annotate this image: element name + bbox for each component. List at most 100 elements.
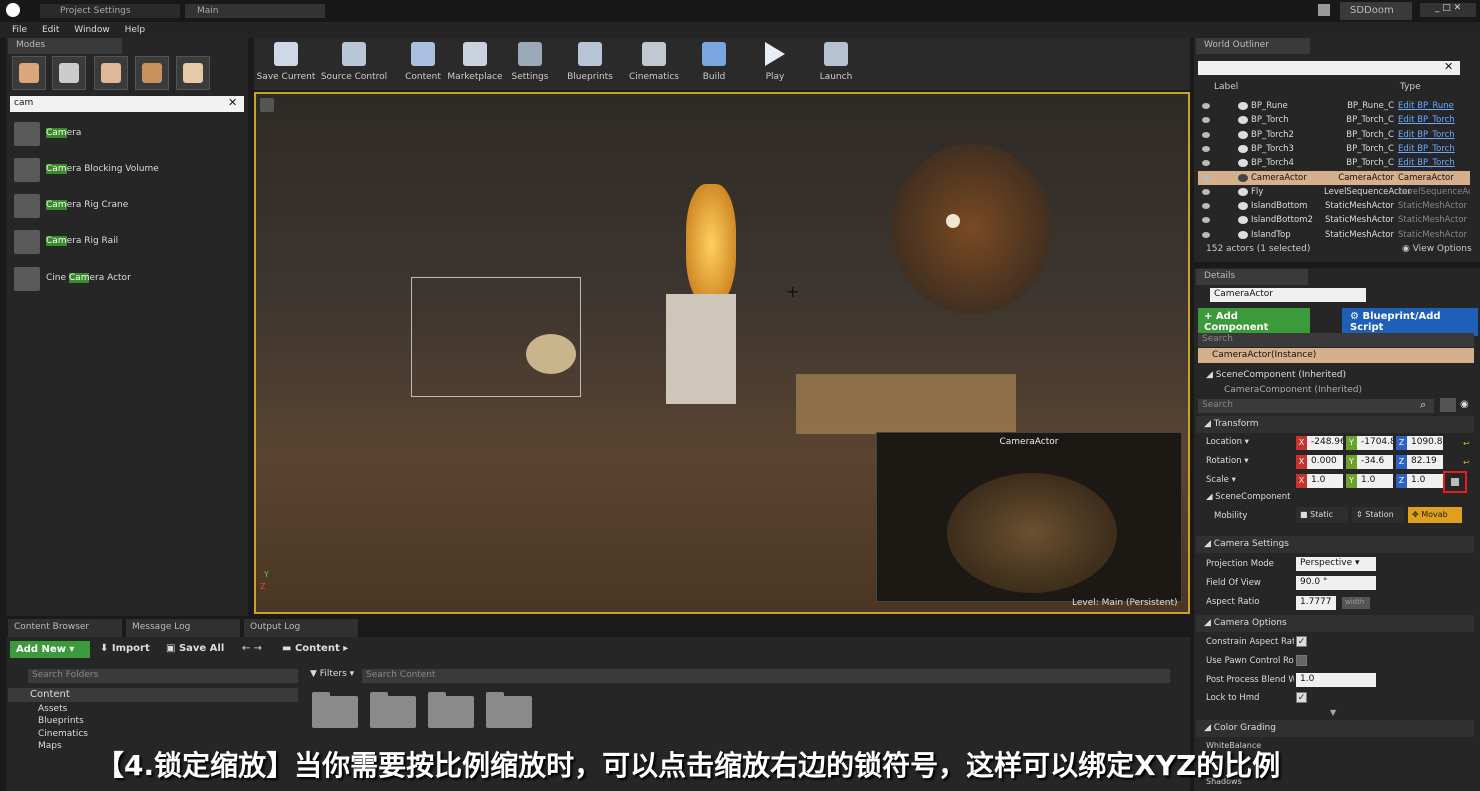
play-button[interactable]: Play xyxy=(754,40,796,88)
camera-component-row[interactable]: CameraComponent (Inherited) xyxy=(1224,385,1362,393)
world-outliner-tab[interactable]: World Outliner xyxy=(1196,38,1310,54)
actor-type-link[interactable]: StaticMeshActor xyxy=(1398,201,1470,211)
actor-name-input[interactable]: CameraActor xyxy=(1210,288,1366,302)
actor-type-link[interactable]: Edit BP_Torch xyxy=(1398,144,1470,154)
tab-content-browser[interactable]: Content Browser xyxy=(8,619,122,637)
menu-window[interactable]: Window xyxy=(74,22,110,38)
add-new-button[interactable]: Add New ▾ xyxy=(10,641,90,658)
location-z-input[interactable]: 1090.85 xyxy=(1407,436,1443,450)
blueprint-add-script-button[interactable]: ⚙ Blueprint/Add Script xyxy=(1342,308,1478,336)
transform-section[interactable]: ◢ Transform xyxy=(1196,416,1474,433)
rotation-x-input[interactable]: 0.000 xyxy=(1307,455,1343,469)
actor-type-link[interactable]: StaticMeshActor xyxy=(1398,215,1470,225)
marketplace-button[interactable]: Marketplace xyxy=(446,40,504,88)
aspect-preset-select[interactable]: width xyxy=(1342,597,1370,609)
outliner-row[interactable]: IslandTop StaticMeshActor StaticMeshActor xyxy=(1198,228,1470,242)
eye-icon[interactable] xyxy=(1202,103,1210,109)
aspect-ratio-input[interactable]: 1.7777 xyxy=(1296,596,1336,610)
rotation-y-input[interactable]: -34.6 xyxy=(1357,455,1393,469)
folder-icon[interactable] xyxy=(370,692,416,728)
content-button[interactable]: Content xyxy=(402,40,444,88)
outliner-row[interactable]: IslandBottom StaticMeshActor StaticMeshAct… xyxy=(1198,199,1470,213)
location-x-input[interactable]: -248.96 xyxy=(1307,436,1343,450)
settings-button[interactable]: Settings xyxy=(508,40,552,88)
eye-icon[interactable] xyxy=(1202,188,1210,195)
eye-icon[interactable] xyxy=(1202,160,1210,167)
tab-message-log[interactable]: Message Log xyxy=(126,619,240,637)
outliner-row[interactable]: BP_Torch BP_Torch_C Edit BP_Torch xyxy=(1198,113,1470,127)
view-options-button[interactable]: ◉ View Options xyxy=(1402,244,1472,254)
menu-file[interactable]: File xyxy=(12,22,27,38)
tab-main[interactable]: Main xyxy=(185,4,325,18)
level-viewport[interactable]: + CameraActor Level: Main (Persistent) Y… xyxy=(254,92,1190,614)
modes-search-input[interactable]: cam xyxy=(10,96,244,112)
rotation-z-input[interactable]: 82.19 xyxy=(1407,455,1443,469)
tab-project-settings[interactable]: Project Settings xyxy=(40,4,180,18)
tab-output-log[interactable]: Output Log xyxy=(244,619,358,637)
outliner-row[interactable]: BP_Rune BP_Rune_C Edit BP_Rune xyxy=(1198,99,1470,113)
constrain-aspect-checkbox[interactable]: ✓ xyxy=(1296,636,1307,647)
list-item-camera-rig-rail[interactable]: Camera Rig Rail xyxy=(12,228,246,258)
search-content-input[interactable]: Search Content xyxy=(362,669,1170,683)
camera-options-section[interactable]: ◢ Camera Options xyxy=(1196,615,1474,632)
paint-mode-icon[interactable] xyxy=(52,56,86,90)
outliner-row[interactable]: BP_Torch3 BP_Torch_C Edit BP_Torch xyxy=(1198,142,1470,156)
outliner-row[interactable]: BP_Torch4 BP_Torch_C Edit BP_Torch xyxy=(1198,156,1470,170)
actor-type-link[interactable]: Edit BP_Torch xyxy=(1398,130,1470,140)
eye-icon[interactable] xyxy=(1202,203,1210,210)
window-controls[interactable]: _ □ ✕ xyxy=(1420,3,1476,17)
actor-type-link[interactable]: CameraActor xyxy=(1398,173,1470,183)
tree-item-blueprints[interactable]: Blueprints xyxy=(38,716,84,726)
menu-help[interactable]: Help xyxy=(125,22,146,38)
color-grading-section[interactable]: ◢ Color Grading xyxy=(1196,720,1474,737)
outliner-search-input[interactable] xyxy=(1198,61,1460,75)
search-folders-input[interactable]: Search Folders xyxy=(28,669,298,683)
col-label[interactable]: Label xyxy=(1214,82,1238,92)
nav-arrows[interactable]: ← → xyxy=(242,643,262,654)
scene-component-row[interactable]: ◢ SceneComponent (Inherited) xyxy=(1206,370,1346,380)
landscape-mode-icon[interactable] xyxy=(94,56,128,90)
build-button[interactable]: Build xyxy=(692,40,736,88)
tree-item-cinematics[interactable]: Cinematics xyxy=(38,729,88,739)
actor-type-link[interactable]: Edit BP_Rune xyxy=(1398,101,1470,111)
add-component-button[interactable]: + Add Component xyxy=(1198,308,1310,336)
list-item-cine-camera-actor[interactable]: Cine Camera Actor xyxy=(12,265,246,295)
save-all-button[interactable]: ▣ Save All xyxy=(166,643,224,654)
post-process-input[interactable]: 1.0 xyxy=(1296,673,1376,687)
place-mode-icon[interactable] xyxy=(12,56,46,90)
component-search-input[interactable]: Search xyxy=(1198,333,1474,347)
pawn-control-checkbox[interactable] xyxy=(1296,655,1307,666)
expand-icon[interactable]: ▼ xyxy=(1330,708,1336,717)
launch-button[interactable]: Launch xyxy=(814,40,858,88)
eye-icon[interactable] xyxy=(1202,231,1210,238)
camera-settings-section[interactable]: ◢ Camera Settings xyxy=(1196,536,1474,553)
outliner-row[interactable]: CameraActor CameraActor CameraActor xyxy=(1198,170,1470,185)
list-item-camera-rig-crane[interactable]: Camera Rig Crane xyxy=(12,192,246,222)
folder-icon[interactable] xyxy=(428,692,474,728)
clear-search-icon[interactable]: ✕ xyxy=(228,96,237,109)
instance-row[interactable]: CameraActor(Instance) xyxy=(1198,348,1474,363)
fov-input[interactable]: 90.0 ° xyxy=(1296,576,1376,590)
save-current-button[interactable]: Save Current xyxy=(256,40,316,88)
import-button[interactable]: ⬇ Import xyxy=(100,643,150,654)
breadcrumb[interactable]: ▬ Content ▸ xyxy=(282,643,348,654)
mobility-static[interactable]: ■ Static xyxy=(1296,507,1348,523)
scale-z-input[interactable]: 1.0 xyxy=(1407,474,1443,488)
actor-type-link[interactable]: StaticMeshActor xyxy=(1398,230,1470,240)
actor-type-link[interactable]: LevelSequenceAc xyxy=(1398,187,1470,197)
modes-tab[interactable]: Modes xyxy=(8,38,122,54)
eye-icon[interactable] xyxy=(1202,131,1210,138)
rotation-label[interactable]: Rotation ▾ xyxy=(1206,456,1249,466)
tree-item-assets[interactable]: Assets xyxy=(38,704,67,714)
list-item-camera[interactable]: Camera xyxy=(12,120,246,150)
filters-button[interactable]: ▼ Filters ▾ xyxy=(310,669,354,679)
clear-search-icon[interactable]: ✕ xyxy=(1444,60,1453,73)
foliage-mode-icon[interactable] xyxy=(135,56,169,90)
scale-label[interactable]: Scale ▾ xyxy=(1206,475,1236,485)
actor-type-link[interactable]: Edit BP_Torch xyxy=(1398,158,1470,168)
location-y-input[interactable]: -1704.8 xyxy=(1357,436,1393,450)
scale-x-input[interactable]: 1.0 xyxy=(1307,474,1343,488)
location-label[interactable]: Location ▾ xyxy=(1206,437,1249,447)
blueprints-button[interactable]: Blueprints xyxy=(564,40,616,88)
col-type[interactable]: Type xyxy=(1400,82,1421,92)
